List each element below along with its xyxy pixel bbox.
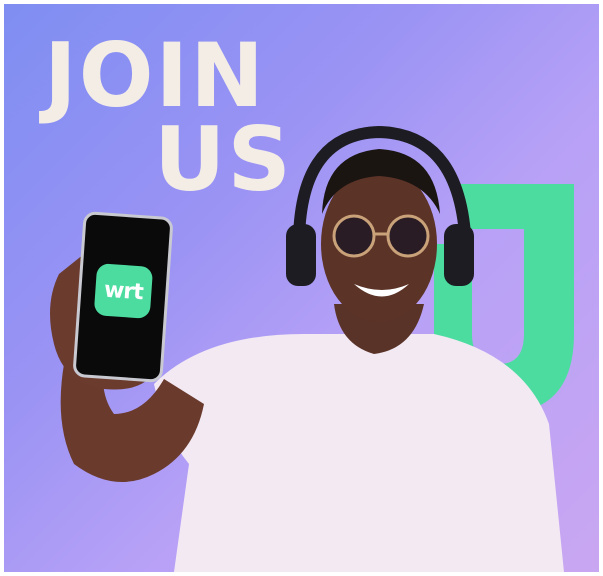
sunglasses-left [332, 214, 376, 258]
smartphone: wrt [72, 211, 174, 383]
poster: JOIN US wrt [4, 4, 599, 572]
tshirt [154, 334, 564, 572]
app-icon-label: wrt [103, 277, 144, 305]
wrt-app-icon[interactable]: wrt [93, 263, 154, 319]
sunglasses-right [386, 214, 430, 258]
headphone-left [286, 224, 316, 286]
headphone-right [444, 224, 474, 286]
